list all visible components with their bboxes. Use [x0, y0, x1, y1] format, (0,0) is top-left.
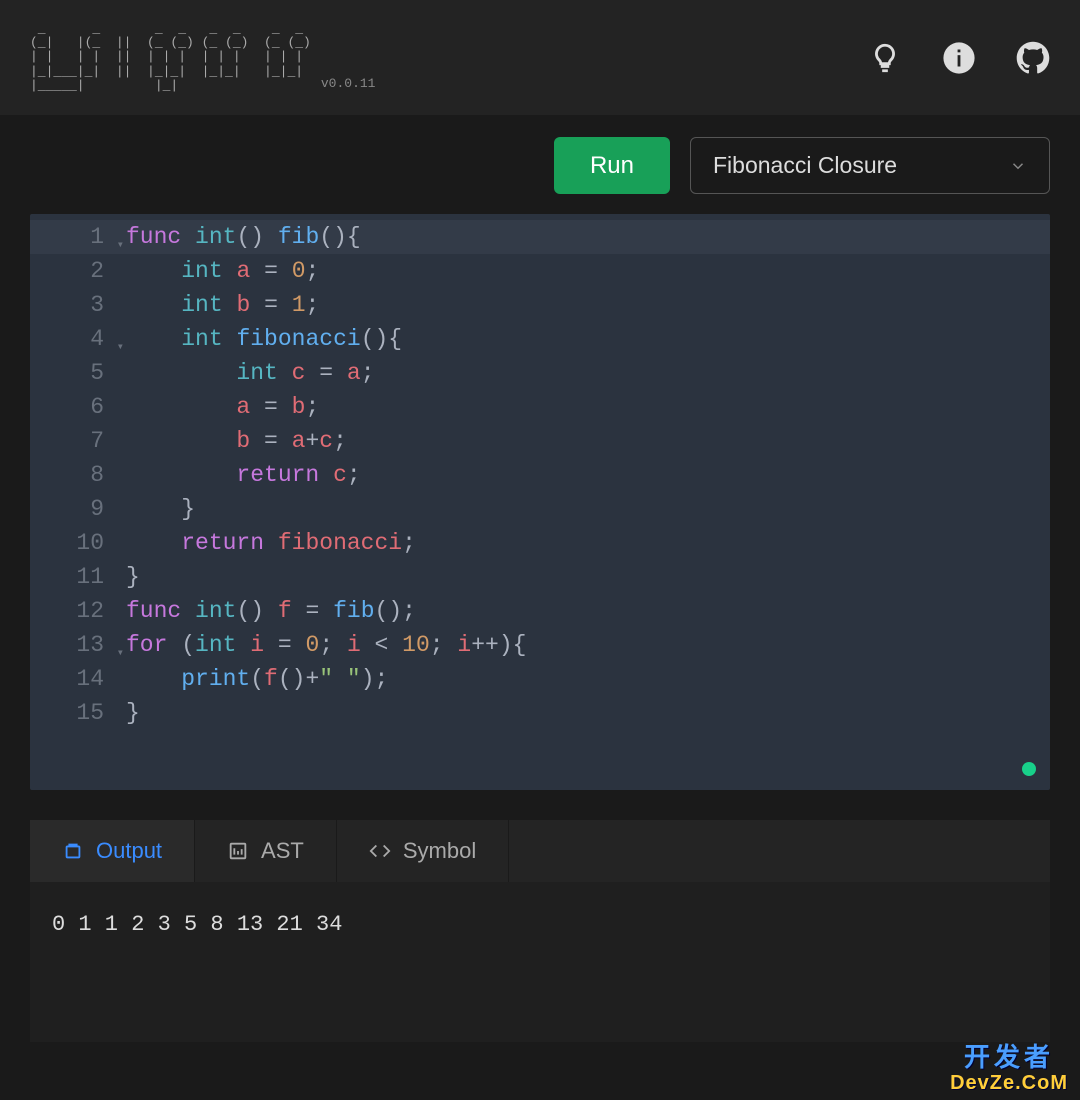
code-line[interactable]: 7 b = a+c; [30, 424, 1050, 458]
code-editor[interactable]: 1▾func int() fib(){2 int a = 0;3 int b =… [30, 214, 1050, 790]
code-line[interactable]: 13▾for (int i = 0; i < 10; i++){ [30, 628, 1050, 662]
line-number: 2 [30, 254, 112, 288]
code-content[interactable]: b = a+c; [112, 424, 1050, 458]
code-line[interactable]: 6 a = b; [30, 390, 1050, 424]
line-number: 10 [30, 526, 112, 560]
line-number: 3 [30, 288, 112, 322]
watermark: 开发者 DevZe.CoM [950, 1043, 1068, 1094]
output-content: 0 1 1 2 3 5 8 13 21 34 [30, 882, 1050, 1042]
code-content[interactable]: func int() fib(){ [112, 220, 1050, 254]
github-icon[interactable] [1016, 41, 1050, 75]
code-line[interactable]: 15} [30, 696, 1050, 730]
code-line[interactable]: 3 int b = 1; [30, 288, 1050, 322]
code-content[interactable]: } [112, 696, 1050, 730]
ascii-logo: _ _ _ _ _ _ _ _ (_| |(_ || (_ (_) (_ (_)… [30, 22, 311, 93]
line-number: 13▾ [30, 628, 112, 662]
code-line[interactable]: 4▾ int fibonacci(){ [30, 322, 1050, 356]
code-line[interactable]: 9 } [30, 492, 1050, 526]
output-tab-icon [62, 840, 84, 862]
code-content[interactable]: func int() f = fib(); [112, 594, 1050, 628]
tab-output[interactable]: Output [30, 820, 195, 882]
code-line[interactable]: 12func int() f = fib(); [30, 594, 1050, 628]
tab-label: Output [96, 838, 162, 864]
line-number: 6 [30, 390, 112, 424]
code-line[interactable]: 11} [30, 560, 1050, 594]
lightbulb-icon[interactable] [868, 41, 902, 75]
code-content[interactable]: int c = a; [112, 356, 1050, 390]
logo-area: _ _ _ _ _ _ _ _ (_| |(_ || (_ (_) (_ (_)… [30, 22, 375, 93]
ast-tab-icon [227, 840, 249, 862]
tab-label: AST [261, 838, 304, 864]
header-bar: _ _ _ _ _ _ _ _ (_| |(_ || (_ (_) (_ (_)… [0, 0, 1080, 115]
chevron-down-icon [1009, 157, 1027, 175]
bottom-panel: Output AST Symbol 0 1 1 2 3 5 8 13 21 34 [30, 820, 1050, 1042]
code-line[interactable]: 14 print(f()+" "); [30, 662, 1050, 696]
line-number: 15 [30, 696, 112, 730]
code-content[interactable]: } [112, 492, 1050, 526]
code-line[interactable]: 10 return fibonacci; [30, 526, 1050, 560]
code-content[interactable]: } [112, 560, 1050, 594]
code-content[interactable]: return fibonacci; [112, 526, 1050, 560]
line-number: 12 [30, 594, 112, 628]
code-content[interactable]: for (int i = 0; i < 10; i++){ [112, 628, 1050, 662]
main-content: Run Fibonacci Closure 1▾func int() fib()… [0, 115, 1080, 1042]
code-line[interactable]: 2 int a = 0; [30, 254, 1050, 288]
watermark-bottom: DevZe.CoM [950, 1072, 1068, 1094]
tab-label: Symbol [403, 838, 476, 864]
status-indicator-icon [1022, 762, 1036, 776]
symbol-tab-icon [369, 840, 391, 862]
code-content[interactable]: return c; [112, 458, 1050, 492]
line-number: 14 [30, 662, 112, 696]
info-icon[interactable] [942, 41, 976, 75]
line-number: 11 [30, 560, 112, 594]
fold-chevron-icon[interactable]: ▾ [117, 330, 124, 364]
line-number: 4▾ [30, 322, 112, 356]
code-line[interactable]: 5 int c = a; [30, 356, 1050, 390]
tab-symbol[interactable]: Symbol [337, 820, 509, 882]
example-select[interactable]: Fibonacci Closure [690, 137, 1050, 194]
code-content[interactable]: int fibonacci(){ [112, 322, 1050, 356]
watermark-top: 开发者 [950, 1043, 1068, 1072]
line-number: 1▾ [30, 220, 112, 254]
code-content[interactable]: print(f()+" "); [112, 662, 1050, 696]
header-icons [868, 41, 1050, 75]
output-tabs: Output AST Symbol [30, 820, 1050, 882]
line-number: 5 [30, 356, 112, 390]
fold-chevron-icon[interactable]: ▾ [117, 636, 124, 670]
line-number: 8 [30, 458, 112, 492]
tab-ast[interactable]: AST [195, 820, 337, 882]
select-value: Fibonacci Closure [713, 152, 897, 179]
fold-chevron-icon[interactable]: ▾ [117, 228, 124, 262]
code-line[interactable]: 1▾func int() fib(){ [30, 220, 1050, 254]
code-content[interactable]: a = b; [112, 390, 1050, 424]
code-content[interactable]: int b = 1; [112, 288, 1050, 322]
version-label: v0.0.11 [321, 76, 376, 93]
toolbar: Run Fibonacci Closure [30, 137, 1050, 194]
code-line[interactable]: 8 return c; [30, 458, 1050, 492]
line-number: 7 [30, 424, 112, 458]
code-content[interactable]: int a = 0; [112, 254, 1050, 288]
line-number: 9 [30, 492, 112, 526]
run-button[interactable]: Run [554, 137, 670, 194]
